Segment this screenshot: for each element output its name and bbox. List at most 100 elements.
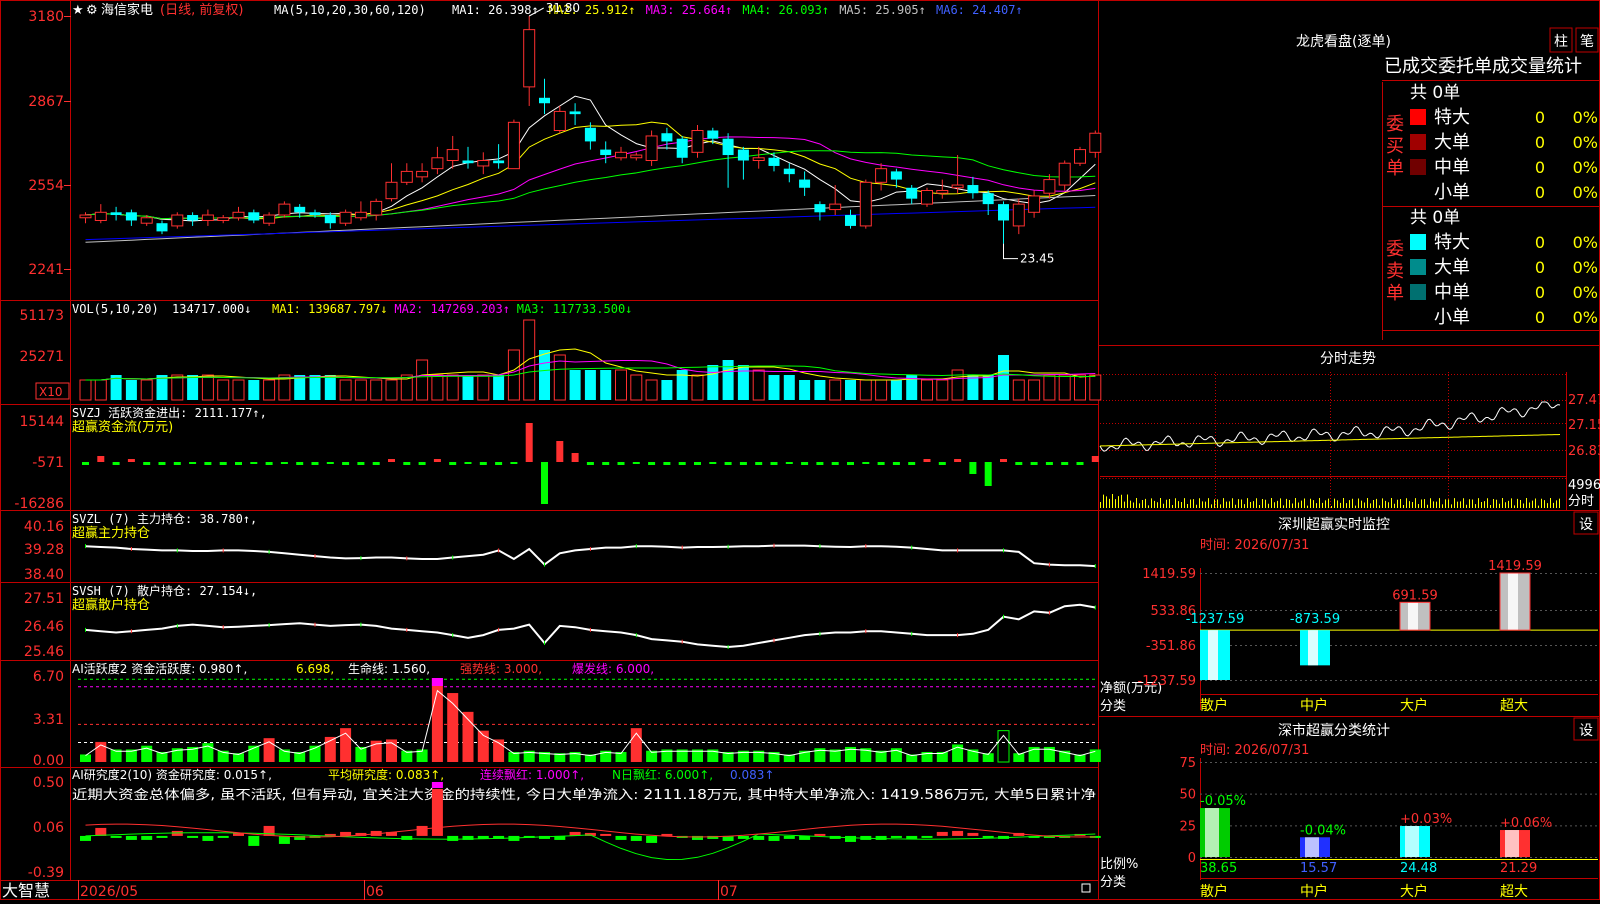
- ai1-tick-3.31: 3.31: [33, 712, 64, 728]
- svsh-tick-26.46: 26.46: [24, 619, 64, 635]
- candle-body-up: [477, 159, 490, 167]
- svsh-path: [85, 603, 1096, 649]
- svzj-bar-negative: [770, 462, 778, 465]
- svzj-bar-negative: [678, 462, 686, 465]
- svzj-bar-negative: [326, 462, 334, 464]
- candle-body-up: [645, 135, 658, 161]
- volume-bar-down: [967, 375, 979, 400]
- svzj-bar-positive: [525, 423, 533, 462]
- svzj-bar-negative: [831, 462, 839, 465]
- svzj-bar-negative: [785, 462, 793, 464]
- intraday-title: 分时走势: [1320, 351, 1376, 367]
- svzj-bar-negative: [311, 462, 319, 465]
- low-annotation: 23.45: [1003, 243, 1054, 266]
- svzj-title: SVZJ 活跃资金进出: 2111.177↑,: [72, 405, 267, 420]
- ai2-bar-negative: [646, 835, 658, 843]
- volume-bar-down: [661, 380, 673, 400]
- svzj-bar-negative: [892, 462, 900, 465]
- ai1-strong: 强势线: 3.000,: [460, 662, 542, 676]
- svzj-bar-negative: [877, 462, 885, 465]
- buy-side-label-char: 委: [1386, 114, 1404, 135]
- price-tick-3180: 3180: [28, 9, 64, 25]
- sell-row-pct: 0%: [1573, 308, 1598, 327]
- svzl-subtitle: 超赢主力持仓: [72, 525, 150, 541]
- svzj-bar-negative: [648, 462, 656, 465]
- sell-legend-swatch: [1410, 284, 1426, 300]
- candle-body-up: [171, 214, 184, 227]
- volume-bar-down: [722, 360, 734, 400]
- candle-body-up: [140, 217, 153, 224]
- sz-monitor-value-中户: -873.59: [1290, 612, 1340, 627]
- ma-legend: MA1: 26.398↑ MA2: 25.912↑ MA3: 25.664↑ MA4:…: [452, 3, 1023, 17]
- buy-row-pct: 0%: [1573, 133, 1598, 152]
- volume-bar-down: [845, 380, 856, 400]
- candle-body-down: [248, 212, 260, 221]
- vol-ma-legend: MA1: 139687.797↓ MA2: 147269.203↑ MA3: 117…: [272, 302, 632, 316]
- svzj-bar-negative: [908, 462, 916, 465]
- sell-row-name: 特大: [1434, 232, 1470, 253]
- intraday-vol-tick: 4996: [1568, 478, 1600, 493]
- volume-bar-down: [998, 355, 1009, 400]
- sz-stats-tick-75: 75: [1179, 756, 1196, 771]
- volume-bar-down: [584, 370, 596, 400]
- main-axis-ticks: 3180 2867 2554 2241: [28, 9, 71, 278]
- gear-icon[interactable]: ⚙: [86, 3, 98, 18]
- candle-body-up: [217, 217, 230, 221]
- ma-line-60: [85, 195, 1096, 243]
- svzj-bar-negative: [403, 462, 411, 465]
- period-label[interactable]: (日线, 前复权): [160, 2, 243, 18]
- sz-monitor-cat-超大: 超大: [1500, 698, 1528, 714]
- ma-lines: [85, 95, 1096, 243]
- lock-icon[interactable]: [1081, 883, 1091, 893]
- intraday-tick-27.47: 27.47: [1568, 393, 1600, 408]
- intraday-tick-27.15: 27.15: [1568, 418, 1600, 433]
- volume-bar-up: [645, 379, 658, 401]
- svzl-tick-39.28: 39.28: [24, 542, 64, 558]
- sz-monitor-cat-大户: 大户: [1400, 697, 1428, 714]
- svzj-bar-negative: [847, 462, 854, 465]
- ai2-bar-positive: [967, 832, 979, 836]
- candle-body-down: [569, 111, 581, 115]
- sz-monitor-value-大户: 691.59: [1392, 588, 1438, 603]
- sz-stats-cat-散户: 散户: [1200, 883, 1228, 900]
- candle-body-up: [1089, 132, 1102, 153]
- svzj-bar-negative: [1061, 462, 1069, 465]
- buy-side-label-char: 单: [1386, 158, 1404, 179]
- buy-orders-block: 委买单 共 0单特大 0 0% 大单 0 0% 中单 0 0% 小单 0 0%: [1386, 83, 1598, 203]
- sz-stats-bar-highlight: [1505, 830, 1519, 857]
- ai2-bar-negative: [737, 835, 749, 839]
- buy-row-count: 0: [1535, 108, 1545, 127]
- buy-row-count: 0: [1535, 158, 1545, 177]
- ai1-bars: [78, 678, 1101, 763]
- ai2-bar-negative: [80, 835, 91, 841]
- volume-bar-up: [446, 374, 459, 401]
- ai2-bar-negative: [248, 835, 260, 846]
- ai1-activity-line: [85, 689, 1096, 757]
- star-icon[interactable]: ★: [72, 3, 84, 18]
- sz-monitor-xlabel: 分类: [1100, 699, 1126, 714]
- candle-body-up: [431, 157, 444, 170]
- sz-monitor-tick--1237.59: -1237.59: [1138, 674, 1196, 689]
- candle-body-up: [936, 189, 949, 194]
- stock-name: 海信家电: [101, 2, 153, 18]
- svzj-bar-negative: [204, 462, 212, 465]
- volume-bar-down: [737, 365, 749, 400]
- svsh-axis-ticks: 27.51 26.46 25.46: [24, 591, 64, 660]
- sell-row-name: 大单: [1434, 257, 1470, 278]
- candle-body-down: [676, 138, 688, 158]
- ai1-life: 生命线: 1.560,: [348, 661, 430, 676]
- svzj-bars: [82, 423, 1099, 504]
- candle-body-up: [1043, 179, 1056, 194]
- svzj-bar-negative: [464, 462, 472, 464]
- dragon-title: 龙虎看盘(逐单): [1296, 33, 1391, 50]
- intraday-grid: [1100, 372, 1567, 510]
- buy-row-pct: 0%: [1573, 108, 1598, 127]
- ai2-bar-negative: [875, 835, 887, 840]
- volume-bar-up: [859, 379, 872, 401]
- intraday-axis-ticks: 27.47 27.15 26.83 4996分时: [1568, 393, 1600, 509]
- svzj-bar-negative: [357, 462, 365, 465]
- volume-bar-down: [248, 380, 260, 400]
- date-label-jul: 07: [720, 884, 738, 900]
- ai1-value: 6.698,: [296, 662, 334, 676]
- svzl-tick-38.40: 38.40: [24, 567, 64, 583]
